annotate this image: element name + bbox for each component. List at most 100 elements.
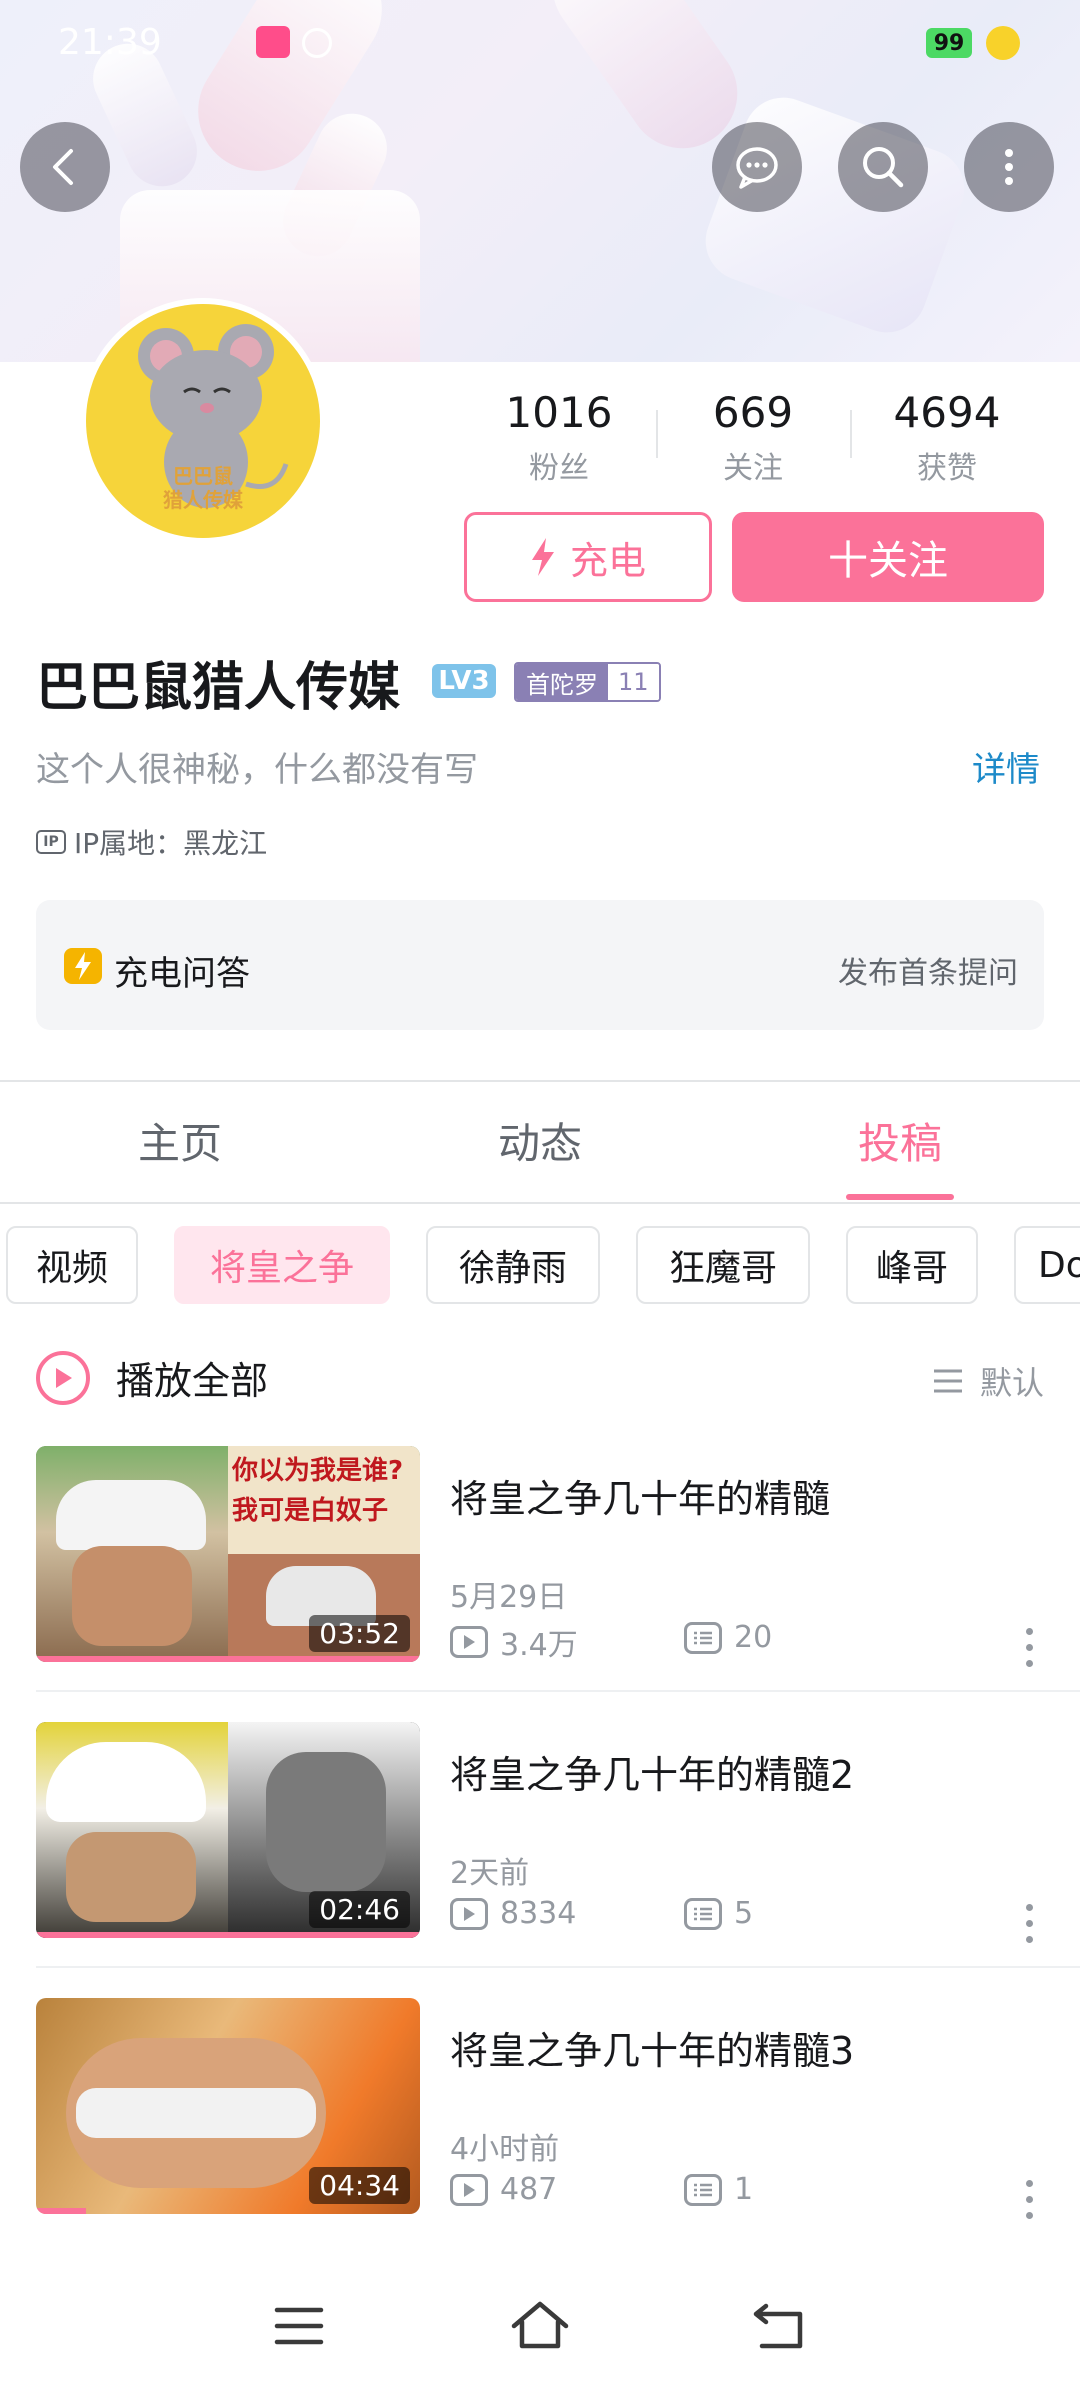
watch-progress-bar	[36, 1932, 420, 1938]
video-more-icon[interactable]	[1026, 2180, 1034, 2228]
app-notification-icon-2	[302, 28, 332, 58]
video-thumbnail[interactable]: 02:46	[36, 1722, 420, 1938]
video-item[interactable]: 04:34 将皇之争几十年的精髓3 4小时前 487 1	[0, 1998, 1080, 2274]
video-title: 将皇之争几十年的精髓3	[450, 2029, 855, 2073]
stat-label: 关注	[723, 451, 783, 486]
ip-location-text: IP属地：黑龙江	[74, 827, 268, 860]
comment-count-text: 20	[734, 1620, 773, 1655]
video-title: 将皇之争几十年的精髓	[450, 1477, 831, 1521]
home-icon[interactable]	[510, 2300, 570, 2350]
battery-indicator: 99	[926, 28, 972, 58]
danmaku-icon	[684, 1897, 722, 1930]
view-count-text: 8334	[500, 1896, 577, 1931]
avatar[interactable]: 巴巴鼠 猎人传媒	[80, 298, 326, 544]
avatar-text-line1: 巴巴鼠	[173, 464, 233, 488]
danmaku-icon	[684, 1621, 722, 1654]
tab-home[interactable]: 主页	[80, 1110, 280, 1171]
view-count: 3.4万	[450, 1620, 578, 1664]
chip-videos[interactable]: 视频	[6, 1226, 138, 1304]
view-count-text: 3.4万	[500, 1628, 578, 1663]
menu-icon[interactable]	[274, 2306, 324, 2346]
view-count: 487	[450, 2172, 557, 2207]
lightning-chat-icon	[64, 948, 102, 984]
chat-bubble-icon	[736, 147, 778, 189]
stat-likes[interactable]: 4694 获赞	[862, 388, 1032, 487]
tabs-divider	[0, 1202, 1080, 1204]
back-icon[interactable]	[752, 2300, 806, 2350]
sort-button[interactable]: 默认	[932, 1358, 1044, 1404]
charge-qa-card[interactable]: 充电问答 发布首条提问	[36, 900, 1044, 1030]
more-options-button[interactable]	[964, 122, 1054, 212]
play-circle-icon	[36, 1350, 90, 1405]
play-count-icon	[450, 1626, 488, 1658]
follow-button[interactable]: 十关注	[732, 512, 1044, 602]
active-tab-indicator	[846, 1194, 954, 1200]
comment-count: 20	[684, 1620, 772, 1655]
chip-jianghuangzhizheng[interactable]: 将皇之争	[174, 1226, 390, 1304]
tab-uploads[interactable]: 投稿	[800, 1110, 1000, 1171]
tab-dynamics[interactable]: 动态	[440, 1110, 640, 1171]
thumb-caption: 你以为我是谁?	[232, 1456, 404, 1486]
chip-xujingyu[interactable]: 徐静雨	[426, 1226, 600, 1304]
video-date: 5月29日	[450, 1580, 568, 1615]
chip-kuangmoge[interactable]: 狂魔哥	[636, 1226, 810, 1304]
play-count-icon	[450, 2173, 488, 2206]
video-thumbnail[interactable]: 04:34	[36, 1998, 420, 2214]
detail-link[interactable]: 详情	[972, 742, 1040, 791]
stat-following[interactable]: 669 关注	[668, 388, 838, 487]
profile-name: 巴巴鼠猎人传媒	[36, 658, 401, 718]
fan-medal[interactable]: 首陀罗 11	[514, 662, 661, 702]
video-more-icon[interactable]	[1026, 1904, 1034, 1952]
level-badge: LV3	[432, 664, 496, 698]
medal-name: 首陀罗	[516, 664, 608, 700]
stat-value: 669	[712, 388, 794, 437]
app-notification-icon	[256, 26, 290, 58]
back-button[interactable]	[20, 122, 110, 212]
charge-label: 充电	[569, 538, 646, 583]
chip-more[interactable]: Do	[1014, 1226, 1080, 1304]
play-all-button[interactable]: 播放全部	[36, 1350, 268, 1405]
comment-count: 5	[684, 1896, 753, 1931]
charging-icon	[986, 26, 1020, 60]
video-item[interactable]: 02:46 将皇之争几十年的精髓2 2天前 8334 5	[0, 1722, 1080, 1998]
back-arrow-icon	[53, 149, 73, 185]
row-divider	[36, 1690, 1080, 1692]
video-date: 2天前	[450, 1856, 530, 1891]
stat-divider	[656, 410, 658, 458]
comment-count-text: 5	[734, 1896, 754, 1931]
video-more-icon[interactable]	[1026, 1628, 1034, 1676]
comment-count: 1	[684, 2172, 753, 2207]
status-time: 21:39	[58, 22, 162, 63]
follow-label: 十关注	[828, 538, 948, 584]
stat-fans[interactable]: 1016 粉丝	[474, 388, 644, 487]
vertical-dots-icon	[1005, 149, 1013, 185]
message-button[interactable]	[712, 122, 802, 212]
lightning-icon	[531, 538, 554, 576]
stat-divider	[850, 410, 852, 458]
video-duration: 03:52	[309, 1615, 410, 1652]
qa-action-link[interactable]: 发布首条提问	[838, 948, 1018, 992]
chip-fengge[interactable]: 峰哥	[846, 1226, 978, 1304]
list-icon	[933, 1369, 962, 1393]
watch-progress-bar	[36, 1656, 420, 1662]
medal-level: 11	[608, 664, 659, 700]
video-duration: 02:46	[309, 1891, 410, 1928]
qa-title: 充电问答	[114, 954, 250, 994]
comment-count-text: 1	[734, 2172, 754, 2207]
video-item[interactable]: 你以为我是谁? 我可是白奴子 03:52 将皇之争几十年的精髓 5月29日 3.…	[0, 1446, 1080, 1722]
charge-button[interactable]: 充电	[464, 512, 712, 602]
thumb-caption: 我可是白奴子	[232, 1496, 389, 1526]
stat-value: 1016	[505, 388, 613, 437]
ip-location: IP IP属地：黑龙江	[36, 822, 267, 862]
avatar-text: 巴巴鼠 猎人传媒	[86, 464, 320, 512]
search-icon	[863, 147, 904, 188]
stat-label: 获赞	[917, 451, 977, 486]
ip-icon: IP	[36, 830, 66, 854]
video-thumbnail[interactable]: 你以为我是谁? 我可是白奴子 03:52	[36, 1446, 420, 1662]
search-button[interactable]	[838, 122, 928, 212]
video-duration: 04:34	[309, 2167, 410, 2204]
system-nav-bar	[0, 2260, 1080, 2388]
video-title: 将皇之争几十年的精髓2	[450, 1753, 855, 1797]
play-all-label: 播放全部	[116, 1359, 269, 1403]
profile-bio: 这个人很神秘，什么都没有写	[36, 750, 478, 790]
